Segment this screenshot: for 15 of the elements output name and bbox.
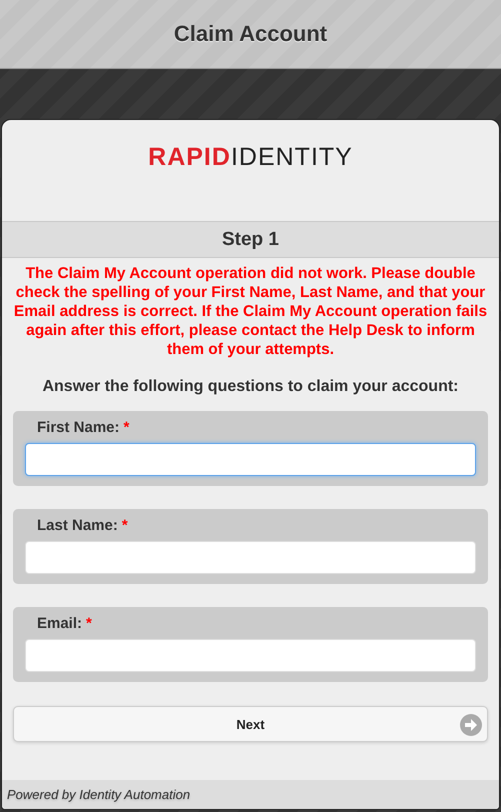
arrow-right-icon (460, 714, 482, 736)
required-mark: * (124, 419, 130, 436)
error-message: The Claim My Account operation did not work. Please double check the spelling of your First Name, Last Name, and that your Email address is correct. If the Claim My Account operation fails again after this effort, please contact the Help Desk to inform them of your attempts. (12, 264, 488, 359)
next-button[interactable]: Next (13, 706, 488, 742)
logo: RAPIDIDENTITY (148, 142, 353, 172)
footer-text: Powered by Identity Automation (7, 787, 190, 802)
required-mark: * (122, 517, 128, 534)
input-field[interactable] (25, 443, 476, 476)
required-mark: * (86, 615, 92, 632)
instructions: Answer the following questions to claim your account: (41, 378, 460, 396)
step-title: Step 1 (222, 228, 280, 250)
field-label: First Name: (37, 419, 120, 436)
field-label: Last Name: (37, 517, 118, 534)
field-label: Email: (37, 615, 82, 632)
page-title: Claim Account (174, 21, 328, 47)
